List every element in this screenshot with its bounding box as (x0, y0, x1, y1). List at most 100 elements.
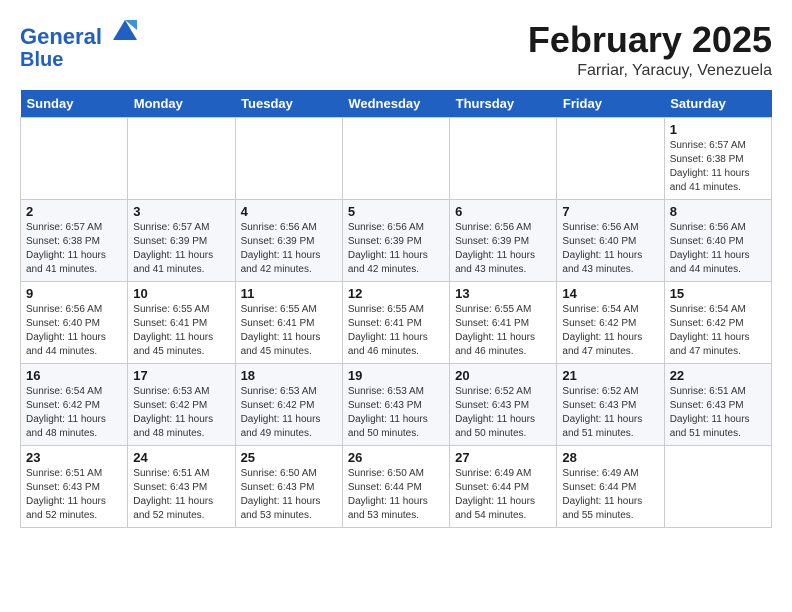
calendar-cell: 7Sunrise: 6:56 AM Sunset: 6:40 PM Daylig… (557, 199, 664, 281)
day-info: Sunrise: 6:51 AM Sunset: 6:43 PM Dayligh… (670, 385, 766, 441)
calendar-cell: 19 Sunrise: 6:53 AM Sunset: 6:43 PM Dayli… (342, 363, 449, 445)
day-info: Sunrise: 6:53 AM Sunset: 6:42 PM Dayligh… (241, 385, 337, 441)
calendar-cell: 14 Sunrise: 6:54 AM Sunset: 6:42 PM Dayli… (557, 281, 664, 363)
calendar-cell: 13 Sunrise: 6:55 AM Sunset: 6:41 PM Dayli… (450, 281, 557, 363)
calendar-cell: 6 Sunrise: 6:56 AM Sunset: 6:39 PM Daylig… (450, 199, 557, 281)
day-number: 4 (241, 204, 337, 219)
day-number: 17 (133, 368, 229, 383)
day-number: 19 (348, 368, 444, 383)
calendar-cell: 12 Sunrise: 6:55 AM Sunset: 6:41 PM Dayli… (342, 281, 449, 363)
day-number: 18 (241, 368, 337, 383)
calendar-cell: 24 Sunrise: 6:51 AM Sunset: 6:43 PM Dayli… (128, 445, 235, 527)
day-number: 8 (670, 204, 766, 219)
day-info: Sunrise: 6:56 AM Sunset: 6:40 PM Dayligh… (670, 221, 766, 277)
logo-icon (111, 16, 139, 44)
calendar-title: February 2025 (528, 20, 772, 60)
day-info: Sunrise: 6:56 AM Sunset: 6:40 PM Dayligh… (562, 221, 658, 277)
calendar-cell: 28 Sunrise: 6:49 AM Sunset: 6:44 PM Dayli… (557, 445, 664, 527)
calendar-cell (21, 117, 128, 199)
day-number: 11 (241, 286, 337, 301)
weekday-header-thursday: Thursday (450, 90, 557, 118)
day-info: Sunrise: 6:57 AM Sunset: 6:38 PM Dayligh… (26, 221, 122, 277)
day-info: Sunrise: 6:49 AM Sunset: 6:44 PM Dayligh… (562, 467, 658, 523)
weekday-header-tuesday: Tuesday (235, 90, 342, 118)
weekday-header-friday: Friday (557, 90, 664, 118)
day-number: 5 (348, 204, 444, 219)
day-info: Sunrise: 6:52 AM Sunset: 6:43 PM Dayligh… (562, 385, 658, 441)
calendar-cell: 23Sunrise: 6:51 AM Sunset: 6:43 PM Dayli… (21, 445, 128, 527)
calendar-cell: 5 Sunrise: 6:56 AM Sunset: 6:39 PM Daylig… (342, 199, 449, 281)
calendar-cell: 18 Sunrise: 6:53 AM Sunset: 6:42 PM Dayli… (235, 363, 342, 445)
day-info: Sunrise: 6:56 AM Sunset: 6:39 PM Dayligh… (348, 221, 444, 277)
calendar-cell (342, 117, 449, 199)
calendar-cell: 10Sunrise: 6:55 AM Sunset: 6:41 PM Dayli… (128, 281, 235, 363)
weekday-header-wednesday: Wednesday (342, 90, 449, 118)
weekday-header-sunday: Sunday (21, 90, 128, 118)
calendar-cell: 17 Sunrise: 6:53 AM Sunset: 6:42 PM Dayli… (128, 363, 235, 445)
calendar-table: SundayMondayTuesdayWednesdayThursdayFrid… (20, 90, 772, 528)
calendar-cell: 16 Sunrise: 6:54 AM Sunset: 6:42 PM Dayli… (21, 363, 128, 445)
day-info: Sunrise: 6:50 AM Sunset: 6:44 PM Dayligh… (348, 467, 444, 523)
calendar-cell: 21 Sunrise: 6:52 AM Sunset: 6:43 PM Dayli… (557, 363, 664, 445)
logo-text: General (20, 24, 139, 49)
day-info: Sunrise: 6:55 AM Sunset: 6:41 PM Dayligh… (455, 303, 551, 359)
day-info: Sunrise: 6:55 AM Sunset: 6:41 PM Dayligh… (348, 303, 444, 359)
day-number: 15 (670, 286, 766, 301)
weekday-header-row: SundayMondayTuesdayWednesdayThursdayFrid… (21, 90, 772, 118)
calendar-cell: 26Sunrise: 6:50 AM Sunset: 6:44 PM Dayli… (342, 445, 449, 527)
day-number: 2 (26, 204, 122, 219)
day-number: 6 (455, 204, 551, 219)
calendar-cell: 2 Sunrise: 6:57 AM Sunset: 6:38 PM Daylig… (21, 199, 128, 281)
week-row-1: 1Sunrise: 6:57 AM Sunset: 6:38 PM Daylig… (21, 117, 772, 199)
page-header: General Blue February 2025 Farriar, Yara… (20, 20, 772, 80)
logo-blue: Blue (20, 49, 139, 71)
calendar-cell: 3Sunrise: 6:57 AM Sunset: 6:39 PM Daylig… (128, 199, 235, 281)
day-number: 3 (133, 204, 229, 219)
day-info: Sunrise: 6:54 AM Sunset: 6:42 PM Dayligh… (26, 385, 122, 441)
day-info: Sunrise: 6:54 AM Sunset: 6:42 PM Dayligh… (670, 303, 766, 359)
day-number: 24 (133, 450, 229, 465)
calendar-cell (557, 117, 664, 199)
calendar-cell (664, 445, 771, 527)
week-row-3: 9 Sunrise: 6:56 AM Sunset: 6:40 PM Daylig… (21, 281, 772, 363)
calendar-cell: 15 Sunrise: 6:54 AM Sunset: 6:42 PM Dayli… (664, 281, 771, 363)
day-number: 9 (26, 286, 122, 301)
day-info: Sunrise: 6:51 AM Sunset: 6:43 PM Dayligh… (133, 467, 229, 523)
day-info: Sunrise: 6:56 AM Sunset: 6:39 PM Dayligh… (455, 221, 551, 277)
weekday-header-monday: Monday (128, 90, 235, 118)
day-info: Sunrise: 6:54 AM Sunset: 6:42 PM Dayligh… (562, 303, 658, 359)
day-info: Sunrise: 6:56 AM Sunset: 6:40 PM Dayligh… (26, 303, 122, 359)
calendar-cell: 8 Sunrise: 6:56 AM Sunset: 6:40 PM Daylig… (664, 199, 771, 281)
day-number: 12 (348, 286, 444, 301)
day-number: 21 (562, 368, 658, 383)
day-info: Sunrise: 6:50 AM Sunset: 6:43 PM Dayligh… (241, 467, 337, 523)
day-number: 14 (562, 286, 658, 301)
day-info: Sunrise: 6:56 AM Sunset: 6:39 PM Dayligh… (241, 221, 337, 277)
week-row-4: 16 Sunrise: 6:54 AM Sunset: 6:42 PM Dayli… (21, 363, 772, 445)
day-number: 27 (455, 450, 551, 465)
calendar-cell: 4 Sunrise: 6:56 AM Sunset: 6:39 PM Daylig… (235, 199, 342, 281)
calendar-cell: 27 Sunrise: 6:49 AM Sunset: 6:44 PM Dayli… (450, 445, 557, 527)
day-info: Sunrise: 6:55 AM Sunset: 6:41 PM Dayligh… (133, 303, 229, 359)
calendar-cell (450, 117, 557, 199)
weekday-header-saturday: Saturday (664, 90, 771, 118)
day-info: Sunrise: 6:52 AM Sunset: 6:43 PM Dayligh… (455, 385, 551, 441)
day-number: 16 (26, 368, 122, 383)
day-number: 13 (455, 286, 551, 301)
day-number: 28 (562, 450, 658, 465)
day-info: Sunrise: 6:53 AM Sunset: 6:42 PM Dayligh… (133, 385, 229, 441)
day-number: 23 (26, 450, 122, 465)
calendar-subtitle: Farriar, Yaracuy, Venezuela (528, 62, 772, 80)
day-info: Sunrise: 6:55 AM Sunset: 6:41 PM Dayligh… (241, 303, 337, 359)
week-row-2: 2 Sunrise: 6:57 AM Sunset: 6:38 PM Daylig… (21, 199, 772, 281)
day-number: 22 (670, 368, 766, 383)
calendar-cell: 25Sunrise: 6:50 AM Sunset: 6:43 PM Dayli… (235, 445, 342, 527)
calendar-cell (128, 117, 235, 199)
day-info: Sunrise: 6:49 AM Sunset: 6:44 PM Dayligh… (455, 467, 551, 523)
day-info: Sunrise: 6:57 AM Sunset: 6:38 PM Dayligh… (670, 139, 766, 195)
calendar-cell: 22 Sunrise: 6:51 AM Sunset: 6:43 PM Dayli… (664, 363, 771, 445)
title-section: February 2025 Farriar, Yaracuy, Venezuel… (528, 20, 772, 80)
calendar-cell: 20Sunrise: 6:52 AM Sunset: 6:43 PM Dayli… (450, 363, 557, 445)
day-info: Sunrise: 6:53 AM Sunset: 6:43 PM Dayligh… (348, 385, 444, 441)
calendar-cell: 11 Sunrise: 6:55 AM Sunset: 6:41 PM Dayli… (235, 281, 342, 363)
